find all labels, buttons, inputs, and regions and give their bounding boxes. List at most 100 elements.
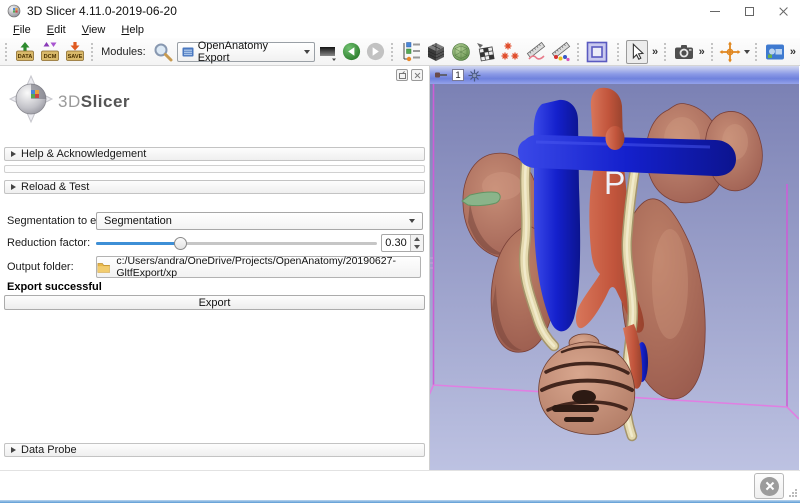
help-acknowledgement-section[interactable]: Help & Acknowledgement <box>4 147 425 161</box>
chevron-down-icon[interactable] <box>744 49 751 54</box>
models-sphere-button[interactable] <box>450 40 472 64</box>
status-bar <box>0 470 800 500</box>
panel-close-icon[interactable] <box>411 69 423 81</box>
reload-test-section[interactable]: Reload & Test <box>4 180 425 194</box>
output-folder-label: Output folder: <box>7 261 74 273</box>
load-dicom-icon: DCM <box>40 41 59 61</box>
markups-button[interactable] <box>500 40 522 64</box>
save-button[interactable]: SAVE <box>64 40 86 64</box>
chevron-down-icon <box>304 49 311 54</box>
center-view-icon[interactable] <box>468 69 481 82</box>
load-data-button[interactable]: DATA <box>14 40 36 64</box>
overflow-chevron[interactable]: » <box>790 46 796 58</box>
minimize-icon <box>710 10 720 12</box>
overflow-chevron[interactable]: » <box>652 46 658 58</box>
mesenteric-artery-stub[interactable] <box>605 126 625 150</box>
crosshair-icon <box>719 41 741 62</box>
toolbar-grip[interactable] <box>617 42 621 61</box>
minimize-button[interactable] <box>698 0 732 22</box>
folder-icon <box>97 262 110 273</box>
spin-up-icon[interactable] <box>411 235 423 243</box>
viewport-3d-scene[interactable]: P <box>430 84 799 470</box>
menu-view[interactable]: View <box>75 23 113 37</box>
module-selector[interactable]: OpenAnatomy Export <box>176 39 316 64</box>
forward-icon <box>367 42 385 61</box>
orientation-label-posterior: P <box>604 165 625 201</box>
reduction-factor-slider[interactable] <box>96 234 377 252</box>
module-icon <box>182 47 194 56</box>
annotations-button[interactable] <box>550 40 572 64</box>
menu-file[interactable]: File <box>6 23 38 37</box>
subject-hierarchy-icon <box>403 41 420 61</box>
history-forward-button[interactable] <box>365 40 386 64</box>
subject-hierarchy-button[interactable] <box>400 40 422 64</box>
module-panel: 3DSlicer Help & Acknowledgement Reload &… <box>0 66 430 470</box>
module-selected-value: OpenAnatomy Export <box>197 39 269 64</box>
ruler-button[interactable] <box>525 40 547 64</box>
maximize-button[interactable] <box>732 0 766 22</box>
maximize-icon <box>744 6 754 16</box>
view-3d: 1 P <box>430 66 799 470</box>
mouse-pointer-icon <box>632 42 645 60</box>
close-icon <box>778 6 789 17</box>
slicer-logo-icon <box>8 74 54 124</box>
export-button[interactable]: Export <box>4 295 425 310</box>
extensions-icon <box>765 44 784 59</box>
panel-popout-icon[interactable] <box>396 69 408 81</box>
chevron-down-icon <box>409 219 415 223</box>
volume-rendering-cube-icon <box>427 42 445 61</box>
collapse-arrow-icon <box>11 447 16 453</box>
toolbar-grip[interactable] <box>391 42 395 61</box>
slicer-logo-text: 3DSlicer <box>58 92 131 111</box>
slicer-window: 3D Slicer 4.11.0-2019-06-20 File Edit Vi… <box>0 0 800 503</box>
volumes-grid-button[interactable] <box>475 40 497 64</box>
pin-icon[interactable] <box>434 69 448 81</box>
toolbar-grip[interactable] <box>710 42 715 61</box>
extensions-manager-button[interactable] <box>764 40 786 64</box>
toolbar-grip[interactable] <box>5 42 9 61</box>
toolbar: DATA DCM SAVE Modules: OpenAnatomy Expor… <box>0 38 800 66</box>
markups-icon <box>501 41 519 60</box>
collapse-arrow-icon <box>11 184 16 190</box>
volume-rendering-cube-button[interactable] <box>425 40 447 64</box>
history-back-button[interactable] <box>341 40 362 64</box>
crosshair-button[interactable] <box>719 40 741 64</box>
close-circle-icon <box>759 476 779 496</box>
segmentation-selector[interactable]: Segmentation <box>96 212 423 230</box>
data-probe-section[interactable]: Data Probe <box>4 443 425 457</box>
collapse-arrow-icon <box>11 151 16 157</box>
export-status-message: Export successful <box>7 281 102 293</box>
resize-grip[interactable] <box>789 489 797 497</box>
menu-help[interactable]: Help <box>114 23 151 37</box>
slider-handle[interactable] <box>174 237 188 250</box>
menu-edit[interactable]: Edit <box>40 23 73 37</box>
toolbar-grip[interactable] <box>664 42 668 61</box>
save-icon: SAVE <box>65 41 84 61</box>
layout-icon <box>587 41 608 62</box>
window-title: 3D Slicer 4.11.0-2019-06-20 <box>27 4 177 18</box>
output-folder-button[interactable]: c:/Users/andra/OneDrive/Projects/OpenAna… <box>96 255 421 279</box>
mouse-interaction-button[interactable] <box>626 39 649 64</box>
slicer-logo: 3DSlicer <box>8 74 130 124</box>
output-folder-path: c:/Users/andra/OneDrive/Projects/OpenAna… <box>116 255 396 279</box>
error-log-button[interactable] <box>754 473 784 499</box>
module-history-button[interactable] <box>318 40 338 64</box>
reduction-factor-spinbox[interactable]: 0.30 <box>381 234 424 252</box>
load-dicom-button[interactable]: DCM <box>39 40 61 64</box>
layout-selector-button[interactable] <box>585 40 609 64</box>
screenshot-camera-icon <box>674 44 693 59</box>
overflow-chevron[interactable]: » <box>699 46 705 58</box>
svg-text:SAVE: SAVE <box>67 54 82 60</box>
toolbar-grip[interactable] <box>90 42 95 61</box>
slider-fill <box>96 242 181 245</box>
close-button[interactable] <box>766 0 800 22</box>
toolbar-grip[interactable] <box>755 42 759 61</box>
screenshot-button[interactable] <box>673 40 695 64</box>
spin-down-icon[interactable] <box>411 243 423 251</box>
annotations-icon <box>551 41 571 61</box>
module-search-button[interactable] <box>152 40 174 64</box>
menu-bar: File Edit View Help <box>0 22 800 38</box>
toolbar-grip[interactable] <box>576 42 581 61</box>
app-icon <box>7 4 21 18</box>
title-bar: 3D Slicer 4.11.0-2019-06-20 <box>0 0 800 22</box>
